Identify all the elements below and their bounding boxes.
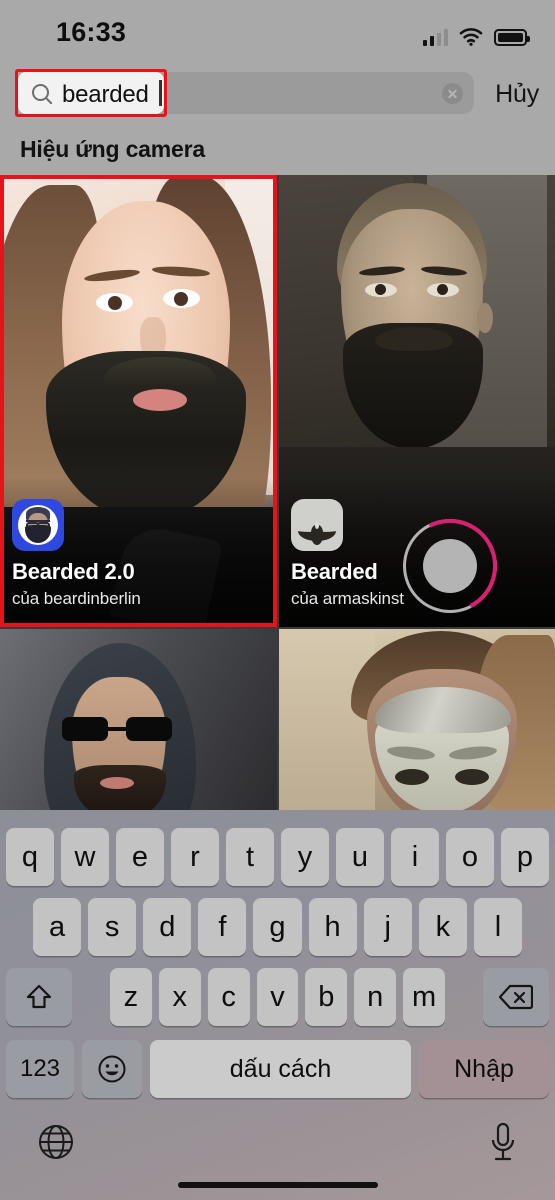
microphone-icon[interactable] xyxy=(489,1122,517,1164)
text-cursor xyxy=(159,80,162,106)
effect-thumbnail xyxy=(279,629,555,810)
search-icon xyxy=(32,84,49,101)
effect-card-4[interactable] xyxy=(279,629,555,810)
key-k[interactable]: k xyxy=(418,898,467,956)
keyboard-row-3: z x c v b n m xyxy=(0,968,555,1026)
key-x[interactable]: x xyxy=(158,968,201,1026)
key-q[interactable]: q xyxy=(6,828,54,886)
keyboard-row-4: 123 dấu cách Nhập xyxy=(0,1040,555,1098)
shutter-button[interactable] xyxy=(390,506,510,626)
camera-effects-grid: Bearded 2.0 của beardinberlin Bearded củ… xyxy=(0,175,555,810)
key-n[interactable]: n xyxy=(354,968,397,1026)
key-p[interactable]: p xyxy=(501,828,549,886)
key-w[interactable]: w xyxy=(61,828,109,886)
key-r[interactable]: r xyxy=(171,828,219,886)
search-input-value: bearded xyxy=(62,81,149,108)
key-m[interactable]: m xyxy=(403,968,446,1026)
status-bar: 16:33 xyxy=(0,0,555,62)
status-bar-time: 16:33 xyxy=(56,17,127,47)
key-a[interactable]: a xyxy=(33,898,82,956)
key-i[interactable]: i xyxy=(391,828,439,886)
effect-name: Bearded 2.0 xyxy=(12,559,135,584)
key-t[interactable]: t xyxy=(226,828,274,886)
key-b[interactable]: b xyxy=(305,968,348,1026)
battery-icon xyxy=(494,29,530,46)
effect-author: của beardinberlin xyxy=(12,589,141,608)
key-h[interactable]: h xyxy=(308,898,357,956)
backspace-icon[interactable] xyxy=(483,968,550,1026)
space-key[interactable]: dấu cách xyxy=(150,1040,411,1098)
effect-author: của armaskinst xyxy=(291,589,404,608)
effect-thumbnail xyxy=(0,629,277,810)
key-y[interactable]: y xyxy=(281,828,329,886)
cancel-button[interactable]: Hủy xyxy=(495,80,539,109)
search-bar: bearded Hủy xyxy=(0,62,555,124)
keyboard-row-2: a s d f g h j k l xyxy=(0,898,555,956)
section-header-label: Hiệu ứng camera xyxy=(20,136,205,162)
keyboard-row-1: q w e r t y u i o p xyxy=(0,828,555,886)
key-f[interactable]: f xyxy=(198,898,247,956)
effect-card-bearded-2[interactable]: Bearded 2.0 của beardinberlin xyxy=(0,175,277,627)
search-input[interactable]: bearded xyxy=(18,72,474,114)
cellular-signal-icon xyxy=(422,29,448,46)
section-header: Hiệu ứng camera xyxy=(0,124,555,175)
key-u[interactable]: u xyxy=(336,828,384,886)
enter-key[interactable]: Nhập xyxy=(419,1040,549,1098)
key-c[interactable]: c xyxy=(207,968,250,1026)
clear-icon[interactable] xyxy=(442,83,463,104)
effect-card-3[interactable] xyxy=(0,629,277,810)
effect-card-bearded[interactable]: Bearded của armaskinst xyxy=(279,175,555,627)
emoji-icon[interactable] xyxy=(82,1040,142,1098)
numbers-key[interactable]: 123 xyxy=(6,1040,74,1098)
onscreen-keyboard: q w e r t y u i o p a s d f g h j k l z … xyxy=(0,810,555,1200)
key-l[interactable]: l xyxy=(473,898,522,956)
key-z[interactable]: z xyxy=(110,968,152,1026)
key-v[interactable]: v xyxy=(256,968,299,1026)
globe-icon[interactable] xyxy=(38,1124,74,1160)
home-indicator xyxy=(177,1182,378,1188)
key-j[interactable]: j xyxy=(363,898,412,956)
keyboard-bottom-bar xyxy=(0,1110,555,1200)
status-bar-indicators xyxy=(422,22,530,46)
effect-name: Bearded xyxy=(291,559,378,584)
bearded-2-app-icon xyxy=(12,499,64,551)
wifi-icon xyxy=(459,28,483,46)
shift-icon[interactable] xyxy=(6,968,72,1026)
key-s[interactable]: s xyxy=(88,898,137,956)
key-g[interactable]: g xyxy=(253,898,302,956)
key-e[interactable]: e xyxy=(116,828,164,886)
key-d[interactable]: d xyxy=(143,898,192,956)
bearded-app-icon xyxy=(291,499,343,551)
key-o[interactable]: o xyxy=(446,828,494,886)
